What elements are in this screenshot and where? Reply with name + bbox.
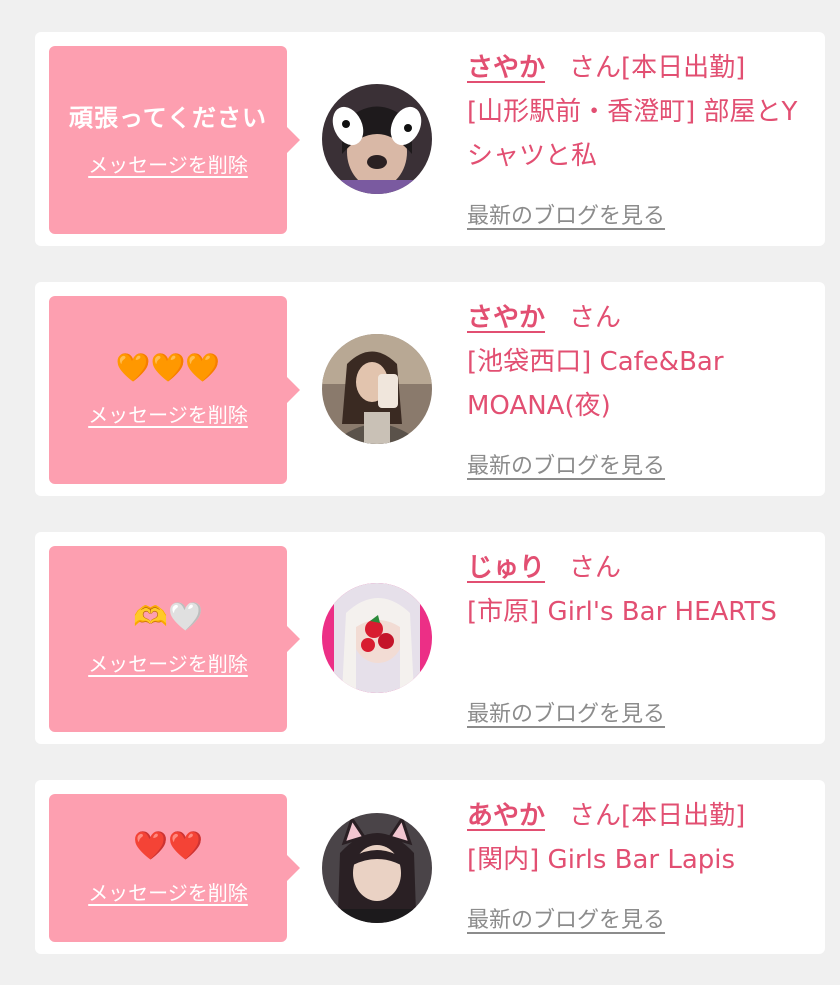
avatar[interactable] [322, 813, 432, 923]
message-bubble: 頑張ってください メッセージを削除 [49, 46, 300, 234]
cast-name-link[interactable]: じゅり [467, 553, 545, 583]
message-text: 🧡🧡🧡 [115, 350, 221, 384]
message-card: 🧡🧡🧡 メッセージを削除 さやか さん [池袋西口] Cafe&Bar MOANA… [35, 282, 825, 496]
profile-photo-icon [322, 583, 432, 693]
cast-info: さやか さん [池袋西口] Cafe&Bar MOANA(夜) [467, 296, 807, 428]
avatar[interactable] [322, 583, 432, 693]
message-card: ❤️❤️ メッセージを削除 あやか さん[本日出勤] [関内] Girls Bar… [35, 780, 825, 954]
latest-blog-link[interactable]: 最新のブログを見る [467, 198, 665, 230]
shop-name: [市原] Girl's Bar HEARTS [467, 597, 777, 627]
latest-blog-link[interactable]: 最新のブログを見る [467, 448, 665, 480]
message-text: 頑張ってください [68, 103, 268, 132]
cast-name-link[interactable]: さやか [467, 303, 545, 333]
honorific: さん [569, 303, 622, 333]
profile-photo-icon [322, 84, 432, 194]
cast-name-link[interactable]: あやか [467, 801, 545, 831]
avatar[interactable] [322, 84, 432, 194]
profile-photo-icon [322, 334, 432, 444]
avatar[interactable] [322, 334, 432, 444]
message-bubble: 🫶🤍 メッセージを削除 [49, 546, 300, 732]
latest-blog-link[interactable]: 最新のブログを見る [467, 696, 665, 728]
honorific: さん [569, 553, 622, 583]
message-bubble: 🧡🧡🧡 メッセージを削除 [49, 296, 300, 484]
message-text: 🫶🤍 [133, 599, 203, 633]
shop-name: [関内] Girls Bar Lapis [467, 845, 736, 875]
delete-message-link[interactable]: メッセージを削除 [88, 877, 248, 906]
shop-name: [池袋西口] Cafe&Bar MOANA(夜) [467, 347, 724, 421]
delete-message-link[interactable]: メッセージを削除 [88, 149, 248, 178]
delete-message-link[interactable]: メッセージを削除 [88, 648, 248, 677]
cast-info: あやか さん[本日出勤] [関内] Girls Bar Lapis [467, 794, 807, 882]
message-bubble: ❤️❤️ メッセージを削除 [49, 794, 300, 942]
status-badge: [本日出勤] [621, 53, 746, 83]
latest-blog-link[interactable]: 最新のブログを見る [467, 902, 665, 934]
cast-info: じゅり さん [市原] Girl's Bar HEARTS [467, 546, 807, 634]
shop-name: [山形駅前・香澄町] 部屋とYシャツと私 [467, 97, 798, 171]
status-badge: [本日出勤] [621, 801, 746, 831]
message-card: 🫶🤍 メッセージを削除 じゅり さん [市原] Girl's Bar HEARTS… [35, 532, 825, 744]
delete-message-link[interactable]: メッセージを削除 [88, 399, 248, 428]
cast-info: さやか さん[本日出勤] [山形駅前・香澄町] 部屋とYシャツと私 [467, 46, 807, 178]
message-card: 頑張ってください メッセージを削除 さやか さん[本日出勤] [山形駅前・香澄町]… [35, 32, 825, 246]
honorific: さん [569, 801, 622, 831]
profile-photo-icon [322, 813, 432, 923]
honorific: さん [569, 53, 622, 83]
message-text: ❤️❤️ [133, 828, 203, 862]
cast-name-link[interactable]: さやか [467, 53, 545, 83]
